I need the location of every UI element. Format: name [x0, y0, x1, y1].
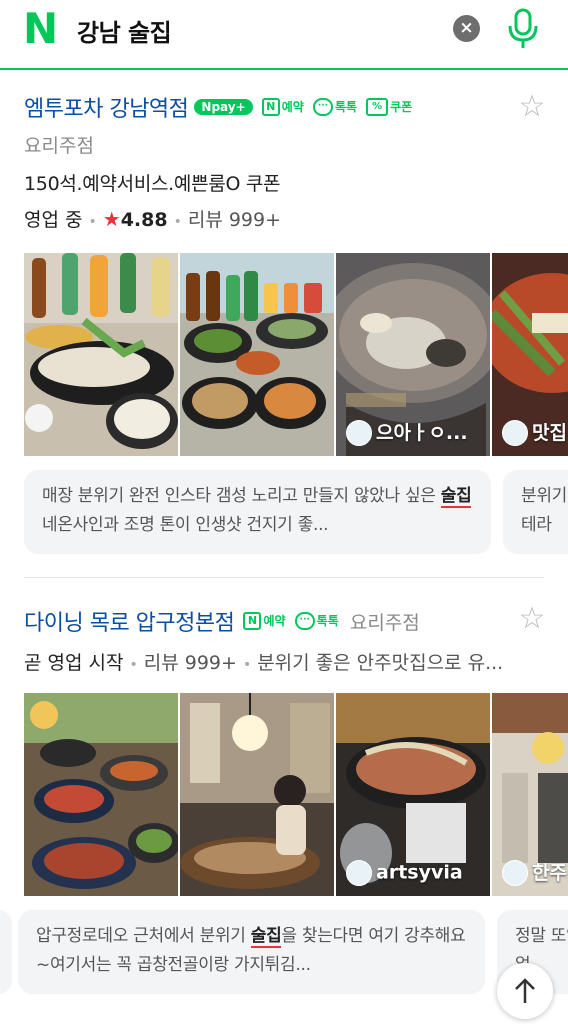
status-row: 영업 중 • ★4.88 • 리뷰 999+	[24, 205, 281, 232]
photo-hotpot[interactable]: artsyvia	[336, 693, 490, 896]
place-title-row: 엠투포차 강남역점 Npay+ N 예약 ··· 톡톡 % 쿠폰	[24, 91, 412, 123]
bookmark-star-icon[interactable]: ☆	[517, 604, 547, 634]
business-status: 영업 중	[24, 209, 83, 231]
chat-bubble-icon: ···	[312, 98, 333, 117]
review-snippet[interactable]: 압구정로데오 근처에서 분위기 술집을 찾는다면 여기 강추해요~여기서는 꼭 …	[18, 910, 485, 994]
photo-hotpot[interactable]: 맛집	[492, 253, 568, 456]
review-snippets[interactable]: 압구정로데오 근처에서 분위기 술집을 찾는다면 여기 강추해요~여기서는 꼭 …	[0, 910, 568, 994]
photo-food-drinks[interactable]	[24, 253, 178, 456]
reviewer-avatar	[346, 420, 372, 446]
place-name[interactable]: 다이닝 목로 압구정본점	[24, 611, 235, 636]
keyword-highlight: 술집	[250, 926, 282, 948]
arrow-up-icon	[515, 978, 535, 1003]
separator-dot: •	[88, 214, 97, 230]
separator-dot: •	[242, 657, 252, 673]
reviewer-avatar	[502, 420, 528, 446]
reviewer-avatar	[346, 860, 372, 886]
review-keyword: 분위기 좋은 안주맛집으로 유...	[257, 652, 504, 674]
search-query[interactable]: 강남 술집	[77, 13, 172, 48]
naver-n-icon: N	[243, 612, 262, 631]
bookmark-star-icon[interactable]: ☆	[517, 92, 547, 122]
place-category: 요리주점	[349, 611, 420, 634]
photo-strip[interactable]: 으아ㅏㅇ... 맛집	[24, 253, 568, 456]
photo-strip[interactable]: artsyvia 한주	[24, 693, 568, 896]
place-category: 요리주점	[24, 135, 94, 157]
business-status: 곧 영업 시작	[24, 652, 124, 674]
photo-interior[interactable]	[180, 693, 334, 896]
rating-value: 4.88	[120, 209, 168, 231]
microphone-icon[interactable]	[507, 8, 539, 50]
status-row: 곧 영업 시작 • 리뷰 999+ • 분위기 좋은 안주맛집으로 유...	[24, 648, 503, 675]
naver-logo[interactable]: N	[23, 8, 61, 50]
photo-stew[interactable]: 으아ㅏㅇ...	[336, 253, 490, 456]
separator-dot: •	[129, 657, 138, 673]
reserve-badge[interactable]: N 예약	[243, 612, 286, 631]
photo-storefront[interactable]: 한주	[492, 693, 568, 896]
photo-caption: 한주	[502, 858, 567, 886]
search-bar: N 강남 술집 ×	[0, 0, 568, 70]
naver-n-icon: N	[261, 98, 280, 117]
keyword-highlight: 술집	[440, 486, 472, 508]
photo-caption: artsyvia	[346, 860, 463, 886]
place-description: 150석.예약서비스.예쁜룸O 쿠폰	[24, 173, 281, 195]
photo-caption: 으아ㅏㅇ...	[346, 418, 468, 446]
review-snippet[interactable]: 분위기 고 테라	[503, 470, 568, 554]
review-snippets[interactable]: 매장 분위기 완전 인스타 갬성 노리고 만들지 않았나 싶은 술집네온사인과 …	[0, 470, 568, 554]
chat-bubble-icon: ···	[294, 612, 315, 631]
reserve-badge[interactable]: N 예약	[261, 98, 304, 117]
clear-search-button[interactable]: ×	[453, 15, 480, 42]
scroll-to-top-button[interactable]	[497, 963, 553, 1019]
photo-caption: 맛집	[502, 418, 567, 446]
talktalk-badge[interactable]: ··· 톡톡	[312, 98, 357, 117]
coupon-badge[interactable]: % 쿠폰	[366, 98, 412, 117]
review-snippet[interactable]	[0, 910, 12, 994]
photo-table-spread[interactable]	[180, 253, 334, 456]
result-divider	[24, 577, 544, 578]
place-title-row: 다이닝 목로 압구정본점 N 예약 ··· 톡톡 요리주점	[24, 605, 420, 637]
coupon-icon: %	[366, 98, 389, 117]
npay-badge: Npay+	[194, 99, 253, 115]
photo-platters[interactable]	[24, 693, 178, 896]
rating-star-icon: ★	[102, 207, 121, 231]
review-snippet[interactable]: 매장 분위기 완전 인스타 갬성 노리고 만들지 않았나 싶은 술집네온사인과 …	[24, 470, 491, 554]
separator-dot: •	[173, 214, 182, 230]
review-count[interactable]: 리뷰 999+	[144, 652, 237, 674]
talktalk-badge[interactable]: ··· 톡톡	[294, 612, 339, 631]
review-count[interactable]: 리뷰 999+	[188, 209, 281, 231]
place-name[interactable]: 엠투포차 강남역점	[24, 97, 189, 122]
reviewer-avatar	[502, 860, 528, 886]
